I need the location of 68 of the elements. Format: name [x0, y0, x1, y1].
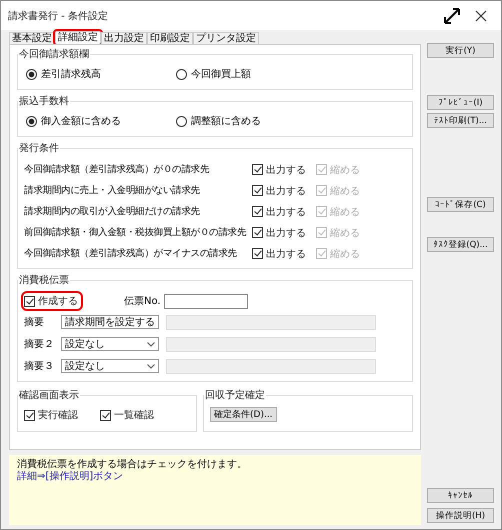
checkbox-label: 縮める — [330, 248, 360, 260]
button[interactable]: ﾀｽｸ登録(Q)... — [427, 237, 494, 252]
group-title: 振込手数料 — [18, 94, 70, 108]
checkbox[interactable] — [24, 296, 35, 306]
dropdown[interactable]: 設定なし — [61, 337, 159, 351]
radio-label: 今回御買上額 — [191, 68, 251, 81]
condition-label: 今回御請求額（差引請求残高）がマイナスの請求先 — [24, 247, 238, 260]
checkbox[interactable] — [252, 206, 263, 217]
radio-label: 御入金額に含める — [41, 114, 121, 128]
condition-label: 今回御請求額（差引請求残高）が０の請求先 — [24, 163, 210, 176]
checkbox-label: 出力する — [266, 184, 306, 198]
radio-button[interactable] — [176, 68, 187, 80]
chevron-icon[interactable] — [147, 342, 155, 346]
button[interactable]: 実行(Y) — [427, 43, 494, 58]
condition-label: 請求期間内の取引が入金明細だけの請求先 — [24, 205, 201, 218]
resize-icon[interactable] — [443, 6, 461, 24]
dropdown[interactable]: 設定なし — [61, 359, 159, 373]
group-title: 確認画面表示 — [18, 388, 80, 402]
button[interactable]: ﾃｽﾄ印刷(T)... — [427, 113, 494, 128]
field-label: 摘要 — [24, 316, 45, 329]
radio-label: 差引請求残高 — [41, 68, 101, 81]
close-icon[interactable] — [475, 10, 487, 22]
radio-button[interactable] — [26, 116, 37, 126]
dropdown[interactable]: 請求期間を設定する — [61, 315, 159, 329]
radio-button[interactable] — [26, 68, 37, 80]
checkbox-label: 実行確認 — [38, 408, 78, 422]
checkbox-label: 出力する — [266, 248, 306, 260]
checkbox-label: 一覧確認 — [114, 408, 154, 422]
button[interactable]: ﾌﾟﾚﾋﾞｭｰ(I) — [427, 95, 494, 110]
checkbox-label: 出力する — [266, 226, 306, 240]
button[interactable]: ｺｰﾄﾞ保存(C) — [427, 197, 494, 212]
condition-label: 前回御請求額・御入金額・税抜御買上額が０の請求先 — [24, 226, 248, 239]
button[interactable]: 操作説明(H) — [427, 508, 494, 523]
field-label: 摘要３ — [24, 360, 55, 373]
checkbox[interactable] — [252, 248, 263, 259]
group-title: 消費税伝票 — [18, 274, 70, 287]
slip-number-field[interactable] — [164, 294, 248, 308]
radio-label: 調整額に含める — [191, 114, 261, 128]
group-title: 今回御請求額欄 — [18, 48, 90, 61]
checkbox[interactable] — [100, 410, 111, 420]
field-label: 摘要２ — [24, 338, 55, 351]
tab[interactable]: プリンタ設定 — [193, 32, 259, 44]
help-text: 消費税伝票を作成する場合はチェックを付けます。 — [17, 459, 248, 470]
checkbox[interactable] — [252, 164, 263, 175]
tab[interactable]: 出力設定 — [101, 32, 147, 44]
tab[interactable]: 印刷設定 — [147, 32, 193, 44]
checkbox-label: 縮める — [330, 184, 360, 198]
checkbox[interactable] — [252, 227, 263, 238]
chevron-icon[interactable] — [147, 364, 155, 368]
checkbox-label: 出力する — [266, 206, 306, 218]
radio-button[interactable] — [176, 116, 187, 126]
button[interactable]: ｷｬﾝｾﾙ — [427, 488, 494, 503]
checkbox[interactable] — [252, 185, 263, 196]
condition-label: 請求期間内に売上・入金明細がない請求先 — [24, 184, 201, 197]
tab[interactable]: 基本設定 — [9, 32, 55, 44]
tab[interactable]: 詳細設定 — [55, 31, 101, 44]
help-link[interactable]: 詳細⇒[操作説明]ボタン — [17, 471, 413, 483]
group-title: 回収予定確定 — [204, 388, 266, 402]
checkbox-label: 作成する — [38, 294, 78, 308]
field-label: 伝票No. — [124, 295, 162, 308]
conditions-button[interactable]: 確定条件(D)... — [210, 407, 277, 422]
checkbox[interactable] — [24, 410, 35, 420]
checkbox-label: 縮める — [330, 226, 360, 240]
window-title: 請求書発行 - 条件設定 — [8, 10, 109, 22]
checkbox-label: 縮める — [330, 164, 360, 176]
checkbox-label: 出力する — [266, 164, 306, 176]
checkbox-label: 縮める — [330, 206, 360, 218]
group-title: 発行条件 — [18, 142, 60, 155]
